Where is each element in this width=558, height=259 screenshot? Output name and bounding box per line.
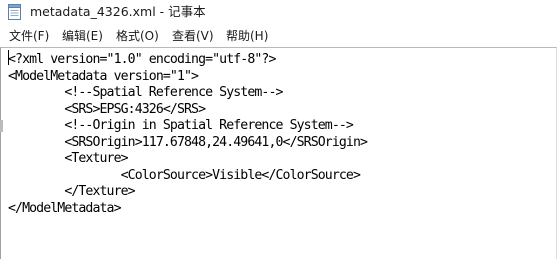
text-line: </Texture> [8, 184, 135, 199]
menu-edit[interactable]: 编辑(E) [62, 28, 103, 44]
text-editor-area[interactable]: <?xml version="1.0" encoding="utf-8"?> <M… [0, 47, 557, 259]
menu-file[interactable]: 文件(F) [9, 28, 49, 44]
text-caret [8, 50, 9, 65]
text-line: <Texture> [8, 151, 128, 166]
title-bar: metadata_4326.xml - 记事本 [0, 0, 558, 25]
menu-format[interactable]: 格式(O) [116, 28, 159, 44]
text-line: <ModelMetadata version="1"> [8, 68, 199, 84]
text-line: </ModelMetadata> [8, 200, 122, 216]
menu-bar: 文件(F) 编辑(E) 格式(O) 查看(V) 帮助(H) [0, 26, 558, 46]
text-line: <!--Origin in Spatial Reference System--… [8, 118, 354, 133]
text-line: <ColorSource>Visible</ColorSource> [8, 167, 361, 183]
text-line: <SRSOrigin>117.67848,24.49641,0</SRSOrig… [8, 134, 368, 150]
text-line: <!--Spatial Reference System--> [8, 85, 283, 100]
notepad-icon [8, 4, 21, 20]
text-line: <?xml version="1.0" encoding="utf-8"?> [8, 52, 276, 67]
window-edge-mark [0, 120, 3, 132]
text-line: <SRS>EPSG:4326</SRS> [8, 101, 206, 117]
menu-view[interactable]: 查看(V) [172, 28, 214, 44]
menu-help[interactable]: 帮助(H) [226, 28, 268, 44]
text-content[interactable]: <?xml version="1.0" encoding="utf-8"?> <M… [8, 52, 368, 217]
window-title: metadata_4326.xml - 记事本 [30, 4, 206, 19]
